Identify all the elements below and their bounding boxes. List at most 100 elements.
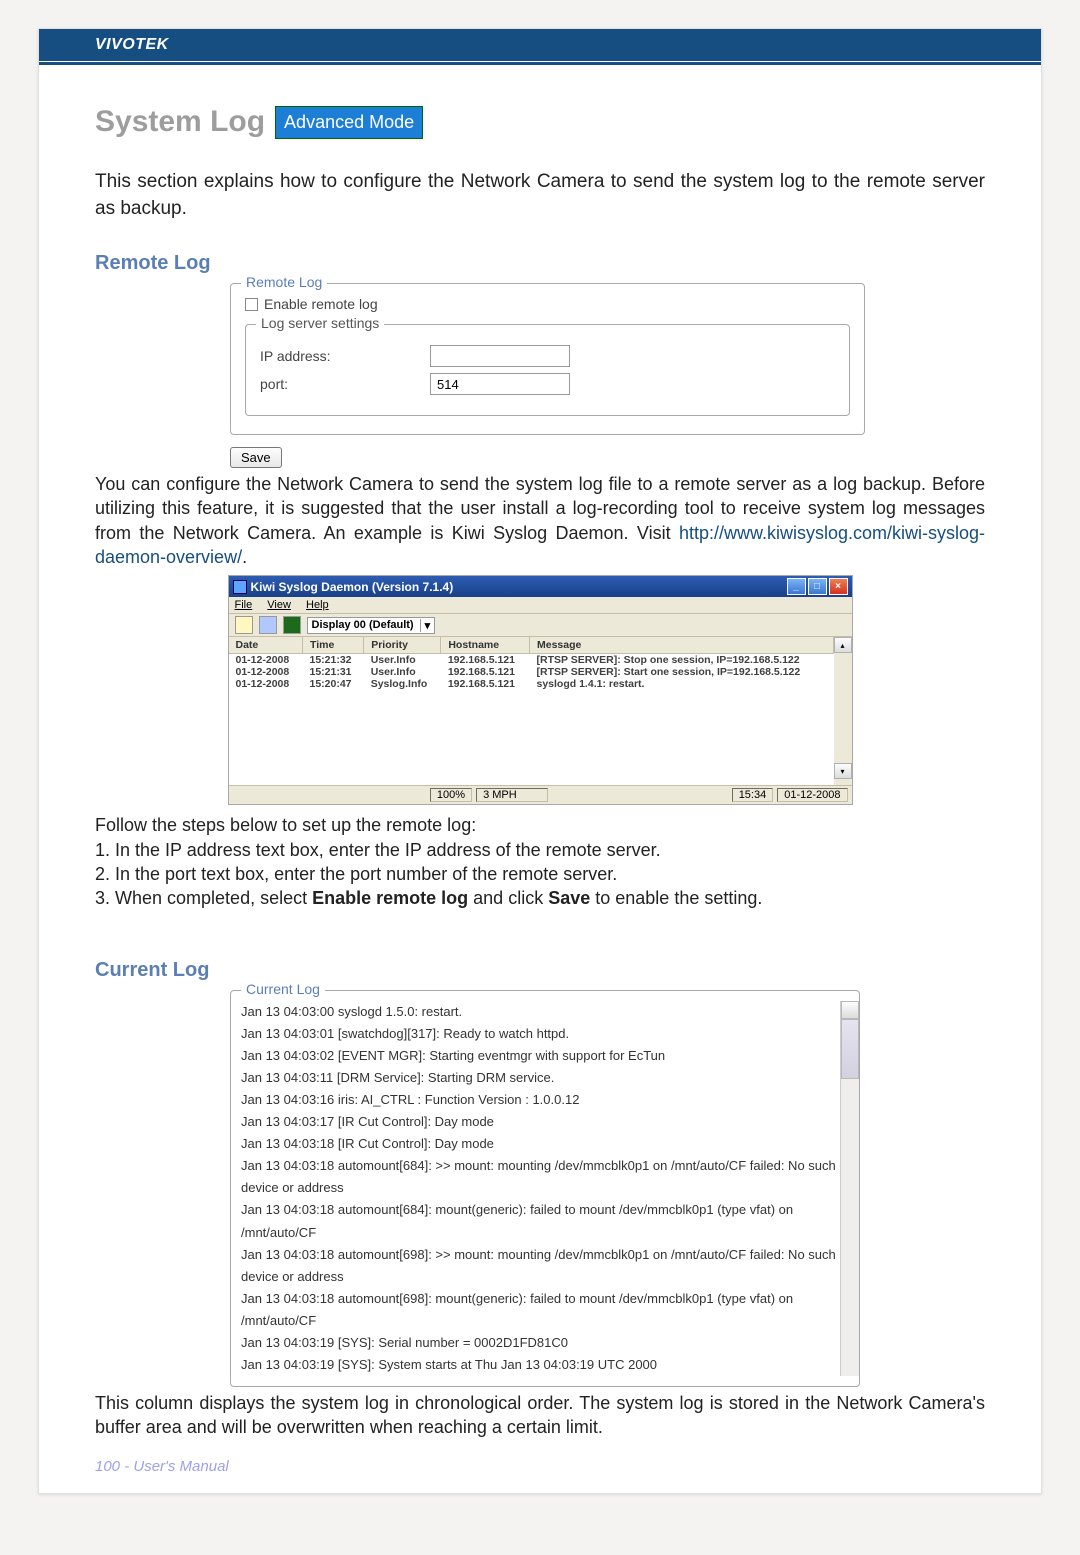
kiwi-title: Kiwi Syslog Daemon (Version 7.1.4) bbox=[251, 580, 454, 594]
display-select[interactable]: Display 00 (Default) ▾ bbox=[307, 617, 436, 634]
cell: Syslog.Info bbox=[364, 678, 441, 690]
cell: 01-12-2008 bbox=[229, 678, 303, 690]
scroll-up-icon[interactable]: ▴ bbox=[834, 637, 852, 653]
scroll-down-icon[interactable]: ▾ bbox=[834, 763, 852, 779]
log-line: Jan 13 04:03:01 [swatchdog][317]: Ready … bbox=[241, 1023, 836, 1045]
status-time: 15:34 bbox=[732, 788, 774, 802]
chevron-down-icon: ▾ bbox=[420, 619, 431, 632]
log-line: Jan 13 04:03:18 automount[698]: mount(ge… bbox=[241, 1288, 836, 1332]
cell: 01-12-2008 bbox=[229, 654, 303, 667]
status-pct: 100% bbox=[430, 788, 472, 802]
save-button[interactable]: Save bbox=[230, 447, 282, 468]
maximize-button[interactable]: □ bbox=[808, 578, 827, 595]
toolbar-icon-1[interactable] bbox=[235, 616, 253, 634]
s3e: to enable the setting. bbox=[590, 888, 762, 908]
s3c: and click bbox=[468, 888, 548, 908]
remote-log-heading: Remote Log bbox=[95, 252, 985, 275]
th-date: Date bbox=[229, 637, 303, 654]
cell: User.Info bbox=[364, 654, 441, 667]
port-input[interactable] bbox=[430, 373, 570, 395]
ip-label: IP address: bbox=[260, 348, 430, 364]
enable-remote-row: Enable remote log bbox=[245, 296, 850, 312]
kiwi-table-area: Date Time Priority Hostname Message 01-1… bbox=[229, 637, 852, 785]
th-time: Time bbox=[302, 637, 363, 654]
page-title: System Log bbox=[95, 105, 265, 139]
kiwi-scrollbar[interactable]: ▴ ▾ bbox=[834, 637, 852, 785]
log-line: Jan 13 04:03:16 iris: AI_CTRL : Function… bbox=[241, 1089, 836, 1111]
close-button[interactable]: × bbox=[829, 578, 848, 595]
desc-post: . bbox=[242, 547, 247, 567]
cell: [RTSP SERVER]: Stop one session, IP=192.… bbox=[530, 654, 834, 667]
current-log-body: Jan 13 04:03:00 syslogd 1.5.0: restart. … bbox=[241, 1001, 840, 1377]
s3b: Enable remote log bbox=[312, 888, 468, 908]
cell: syslogd 1.4.1: restart. bbox=[530, 678, 834, 690]
log-line: Jan 13 04:03:18 automount[684]: >> mount… bbox=[241, 1155, 836, 1199]
current-log-scrollbar[interactable] bbox=[840, 1001, 859, 1377]
content-area: System Log Advanced Mode This section ex… bbox=[39, 65, 1041, 1440]
save-area: Save bbox=[230, 447, 865, 468]
display-select-label: Display 00 (Default) bbox=[312, 619, 414, 631]
remote-log-fieldset: Remote Log Enable remote log Log server … bbox=[230, 283, 865, 435]
kiwi-log-table: Date Time Priority Hostname Message 01-1… bbox=[229, 637, 834, 690]
log-line: Jan 13 04:03:17 [IR Cut Control]: Day mo… bbox=[241, 1111, 836, 1133]
step-3: 3. When completed, select Enable remote … bbox=[95, 886, 985, 910]
advanced-mode-badge: Advanced Mode bbox=[275, 106, 423, 139]
step-2: 2. In the port text box, enter the port … bbox=[95, 862, 985, 886]
status-date: 01-12-2008 bbox=[777, 788, 847, 802]
page-footer: 100 - User's Manual bbox=[95, 1458, 229, 1475]
s3a: 3. When completed, select bbox=[95, 888, 312, 908]
enable-remote-checkbox[interactable] bbox=[245, 298, 258, 311]
kiwi-empty-area bbox=[229, 690, 834, 785]
step-intro: Follow the steps below to set up the rem… bbox=[95, 813, 985, 837]
enable-remote-label: Enable remote log bbox=[264, 296, 378, 312]
cell: [RTSP SERVER]: Start one session, IP=192… bbox=[530, 666, 834, 678]
kiwi-window: Kiwi Syslog Daemon (Version 7.1.4) _ □ ×… bbox=[228, 575, 853, 805]
kiwi-toolbar: Display 00 (Default) ▾ bbox=[229, 614, 852, 637]
brand-bar: VIVOTEK bbox=[39, 29, 1041, 61]
toolbar-icon-2[interactable] bbox=[259, 616, 277, 634]
th-message: Message bbox=[530, 637, 834, 654]
page-title-line: System Log Advanced Mode bbox=[95, 105, 985, 139]
status-mph: 3 MPH bbox=[476, 788, 548, 802]
current-log-fieldset: Current Log Jan 13 04:03:00 syslogd 1.5.… bbox=[230, 990, 860, 1388]
log-line: Jan 13 04:03:19 [SYS]: System starts at … bbox=[241, 1354, 836, 1376]
current-log-legend: Current Log bbox=[241, 981, 325, 997]
th-priority: Priority bbox=[364, 637, 441, 654]
kiwi-menubar: File View Help bbox=[229, 597, 852, 614]
current-log-description: This column displays the system log in c… bbox=[95, 1391, 985, 1440]
menu-view[interactable]: View bbox=[267, 599, 291, 611]
table-header-row: Date Time Priority Hostname Message bbox=[229, 637, 834, 654]
log-line: Jan 13 04:03:11 [DRM Service]: Starting … bbox=[241, 1067, 836, 1089]
log-line: Jan 13 04:03:18 [IR Cut Control]: Day mo… bbox=[241, 1133, 836, 1155]
ip-row: IP address: bbox=[260, 345, 835, 367]
menu-help[interactable]: Help bbox=[306, 599, 329, 611]
cell: 15:21:31 bbox=[302, 666, 363, 678]
th-hostname: Hostname bbox=[441, 637, 530, 654]
log-line: Jan 13 04:03:18 automount[698]: >> mount… bbox=[241, 1244, 836, 1288]
cell: 192.168.5.121 bbox=[441, 666, 530, 678]
remote-log-description: You can configure the Network Camera to … bbox=[95, 472, 985, 569]
kiwi-statusbar: 100% 3 MPH 15:34 01-12-2008 bbox=[229, 785, 852, 804]
intro-text: This section explains how to configure t… bbox=[95, 169, 985, 222]
setup-steps: Follow the steps below to set up the rem… bbox=[95, 813, 985, 910]
step-1: 1. In the IP address text box, enter the… bbox=[95, 838, 985, 862]
cell: 15:20:47 bbox=[302, 678, 363, 690]
minimize-button[interactable]: _ bbox=[787, 578, 806, 595]
cell: 192.168.5.121 bbox=[441, 654, 530, 667]
cell: 15:21:32 bbox=[302, 654, 363, 667]
s3d: Save bbox=[548, 888, 590, 908]
remote-log-legend: Remote Log bbox=[241, 274, 327, 290]
remote-log-panel: Remote Log Enable remote log Log server … bbox=[230, 283, 865, 468]
ip-input[interactable] bbox=[430, 345, 570, 367]
log-server-fieldset: Log server settings IP address: port: bbox=[245, 324, 850, 416]
toolbar-icon-3[interactable] bbox=[283, 616, 301, 634]
scroll-up-icon[interactable] bbox=[841, 1001, 859, 1019]
scroll-thumb[interactable] bbox=[841, 1019, 859, 1079]
log-line: Jan 13 04:03:00 syslogd 1.5.0: restart. bbox=[241, 1001, 836, 1023]
kiwi-titlebar: Kiwi Syslog Daemon (Version 7.1.4) _ □ × bbox=[229, 576, 852, 597]
menu-file[interactable]: File bbox=[235, 599, 253, 611]
cell: 192.168.5.121 bbox=[441, 678, 530, 690]
log-line: Jan 13 04:03:19 [SYS]: Serial number = 0… bbox=[241, 1332, 836, 1354]
log-line: Jan 13 04:03:18 automount[684]: mount(ge… bbox=[241, 1199, 836, 1243]
log-line: Jan 13 04:03:02 [EVENT MGR]: Starting ev… bbox=[241, 1045, 836, 1067]
